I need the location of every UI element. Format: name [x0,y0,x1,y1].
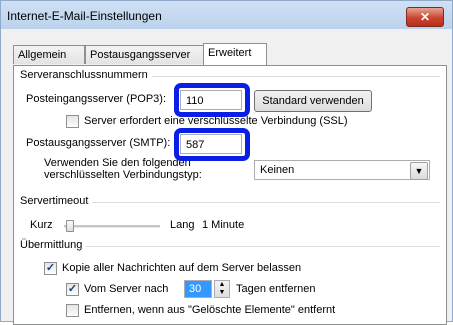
tab-label: Postausgangsserver [90,49,191,61]
tab-postausgangsserver[interactable]: Postausgangsserver [85,45,205,64]
remove-after-checkbox[interactable]: ✓ [66,283,79,296]
tab-allgemein[interactable]: Allgemein [13,45,85,64]
encryption-type-select[interactable]: Keinen ▼ [254,160,430,180]
window-title: Internet-E-Mail-Einstellungen [7,9,162,23]
group-label-delivery: Übermittlung [20,239,87,251]
encryption-type-value: Keinen [260,164,295,176]
keep-copy-checkbox[interactable]: ✓ [44,262,57,275]
ssl-checkbox[interactable] [66,115,79,128]
close-button[interactable]: ✕ [406,7,444,27]
remove-deleted-checkbox[interactable] [66,304,79,317]
group-label-timeout: Servertimeout [20,195,93,207]
timeout-short-label: Kurz [30,219,53,231]
highlight-box-incoming-port [174,83,250,117]
remove-deleted-label: Entfernen, wenn aus "Gelöschte Elemente"… [84,304,336,316]
dialog-client: Allgemein Postausgangsserver Erweitert S… [7,31,447,325]
title-bar: Internet-E-Mail-Einstellungen ✕ [1,1,452,31]
encryption-label-line2: verschlüsselten Verbindungstyp: [44,169,202,181]
outgoing-server-label: Postausgangsserver (SMTP): [26,137,171,149]
highlight-box-outgoing-port [174,128,250,161]
keep-copy-label: Kopie aller Nachrichten auf dem Server b… [62,262,302,274]
tab-label: Allgemein [18,49,67,61]
days-spinner[interactable]: ▲ ▼ [214,280,230,298]
incoming-server-label: Posteingangsserver (POP3): [26,93,167,105]
tab-erweitert[interactable]: Erweitert [203,43,267,65]
close-icon: ✕ [419,10,431,24]
timeout-long-label: Lang [170,219,195,231]
chevron-down-icon[interactable]: ▼ [410,162,428,180]
timeout-value: 1 Minute [202,219,245,231]
timeout-slider-thumb[interactable] [66,220,74,232]
remove-after-suffix: Tagen entfernen [236,283,316,295]
group-label-ports: Serveranschlussnummern [20,69,152,81]
use-default-button[interactable]: Standard verwenden [254,90,372,112]
email-settings-window: Internet-E-Mail-Einstellungen ✕ Allgemei… [0,0,453,325]
remove-after-days-input[interactable]: 30 [184,280,212,298]
tab-panel-erweitert: Serveranschlussnummern Posteingangsserve… [13,65,447,325]
encryption-label-line1: Verwenden Sie den folgenden [44,157,191,169]
remove-after-label: Vom Server nach [84,283,169,295]
timeout-slider-track[interactable] [64,225,160,228]
tab-label: Erweitert [208,47,252,59]
